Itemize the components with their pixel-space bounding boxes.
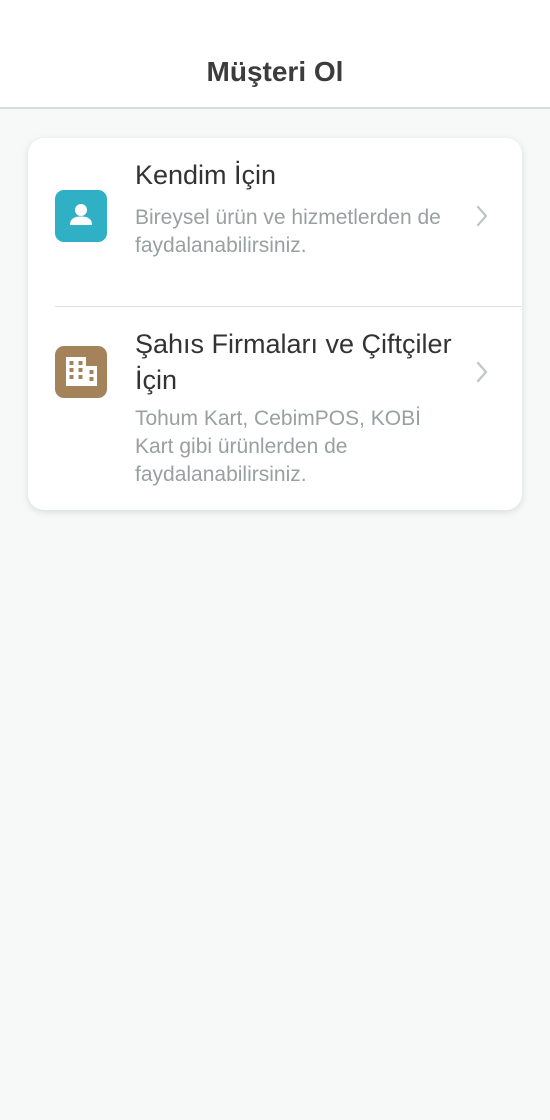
option-title: Kendim İçin bbox=[135, 160, 277, 190]
top-bar: Müşteri Ol bbox=[0, 0, 550, 109]
page-title: Müşteri Ol bbox=[206, 56, 344, 87]
option-description: Tohum Kart, CebimPOS, KOBİ Kart gibi ürü… bbox=[135, 407, 421, 486]
chevron-right-icon bbox=[474, 360, 490, 384]
person-icon bbox=[55, 190, 107, 242]
option-description: Bireysel ürün ve hizmetlerden de faydala… bbox=[135, 206, 441, 257]
building-icon bbox=[55, 346, 107, 398]
chevron-right-icon bbox=[474, 204, 490, 228]
option-title: Şahıs Firmaları ve Çiftçiler İçin bbox=[135, 329, 452, 395]
customer-type-card: Kendim İçin Bireysel ürün ve hizmetlerde… bbox=[28, 138, 522, 510]
option-personal[interactable]: Kendim İçin Bireysel ürün ve hizmetlerde… bbox=[28, 138, 522, 306]
option-business[interactable]: Şahıs Firmaları ve Çiftçiler İçin Tohum … bbox=[28, 307, 522, 510]
